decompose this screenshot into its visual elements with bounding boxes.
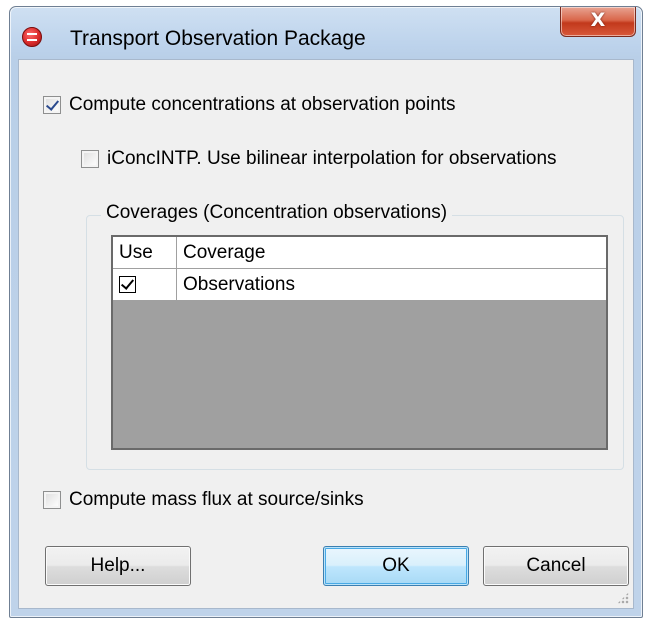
help-button[interactable]: Help...	[45, 546, 191, 586]
coverages-group-title: Coverages (Concentration observations)	[101, 202, 453, 224]
column-header-use[interactable]: Use	[113, 237, 177, 268]
compute-concentrations-checkbox[interactable]	[43, 96, 61, 114]
iconcintp-label[interactable]: iConcINTP. Use bilinear interpolation fo…	[107, 148, 557, 170]
ok-button[interactable]: OK	[323, 546, 469, 586]
coverage-cell[interactable]: Observations	[177, 269, 606, 300]
use-checkbox[interactable]	[119, 276, 136, 293]
iconcintp-checkbox[interactable]	[81, 150, 99, 168]
title-bar[interactable]: Transport Observation Package X	[10, 7, 642, 59]
compute-mass-flux-label[interactable]: Compute mass flux at source/sinks	[69, 489, 364, 511]
window-title: Transport Observation Package	[70, 27, 366, 50]
use-cell[interactable]	[113, 269, 177, 300]
table-row[interactable]: Observations	[113, 269, 606, 301]
cancel-button[interactable]: Cancel	[483, 546, 629, 586]
compute-mass-flux-checkbox[interactable]	[43, 491, 61, 509]
dialog-body: Compute concentrations at observation po…	[18, 59, 634, 609]
coverages-grid[interactable]: Use Coverage Observations	[111, 235, 608, 450]
compute-concentrations-label[interactable]: Compute concentrations at observation po…	[69, 94, 456, 116]
close-button[interactable]: X	[560, 7, 636, 37]
column-header-coverage[interactable]: Coverage	[177, 237, 606, 268]
app-icon	[22, 27, 42, 47]
dialog-window: Transport Observation Package X Compute …	[9, 6, 643, 618]
close-icon: X	[590, 9, 606, 31]
grid-header: Use Coverage	[113, 237, 606, 269]
resize-grip-icon[interactable]	[617, 592, 629, 604]
